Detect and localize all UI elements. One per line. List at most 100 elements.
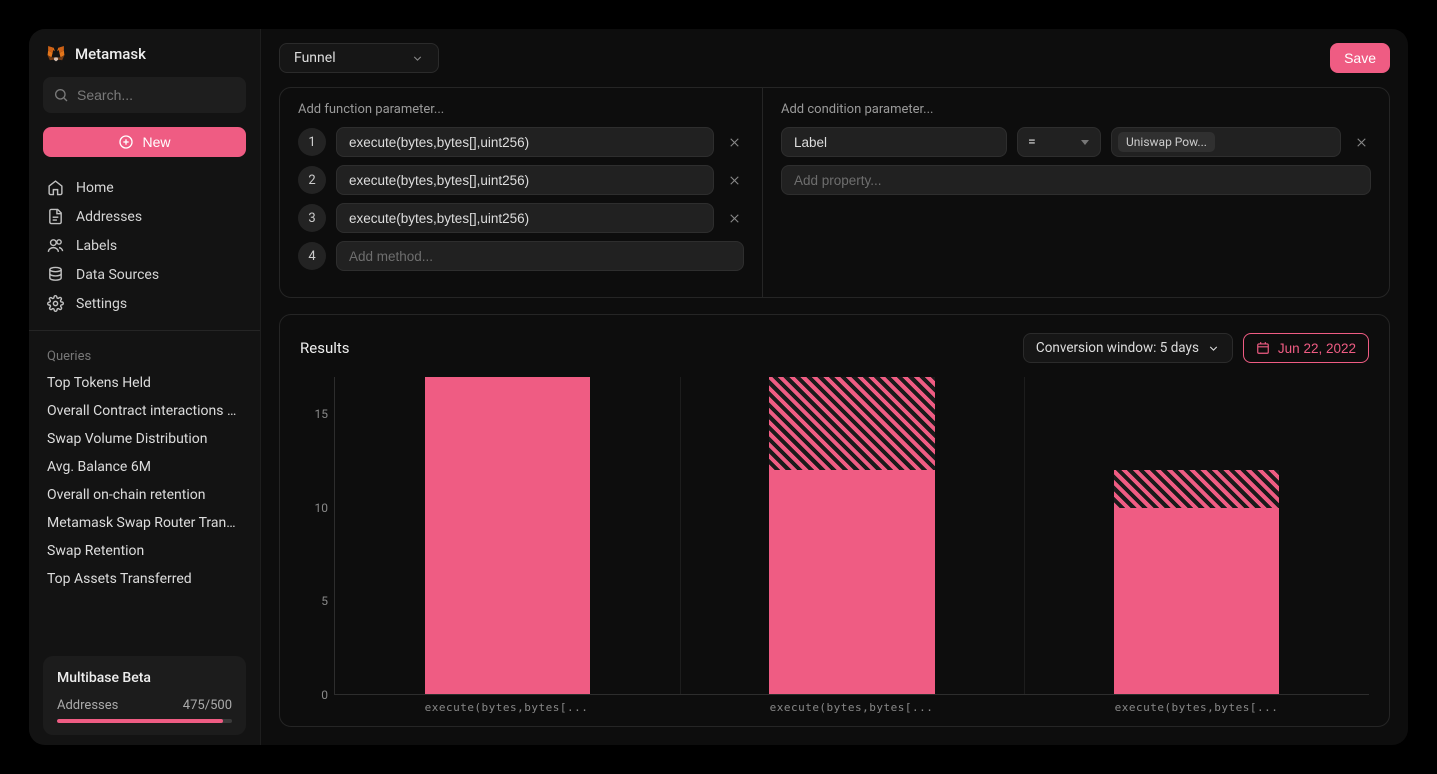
x-label: execute(bytes,bytes[... (679, 701, 1024, 714)
beta-card: Multibase Beta Addresses 475/500 (43, 656, 246, 735)
bar-slot (1024, 377, 1369, 694)
document-icon (47, 208, 64, 225)
query-item[interactable]: Top Assets Transferred (43, 566, 246, 592)
remove-method-button[interactable] (724, 132, 744, 152)
bar-stack (1114, 377, 1279, 694)
beta-addresses-row: Addresses 475/500 (57, 698, 232, 713)
search-input[interactable] (43, 77, 246, 113)
nav-label: Data Sources (76, 267, 159, 283)
bar-slot (680, 377, 1025, 694)
remove-method-button[interactable] (724, 170, 744, 190)
beta-title: Multibase Beta (57, 670, 232, 686)
query-type-value: Funnel (294, 50, 336, 66)
nav-label: Home (76, 180, 114, 196)
query-item[interactable]: Overall Contract interactions Le... (43, 398, 246, 424)
database-icon (47, 266, 64, 283)
date-value: Jun 22, 2022 (1278, 341, 1356, 356)
method-input[interactable] (336, 203, 714, 233)
save-button[interactable]: Save (1330, 43, 1390, 73)
condition-property-input[interactable] (781, 127, 1007, 157)
params-row: Add function parameter... 1 2 3 4 Add co… (279, 87, 1390, 298)
condition-params-col: Add condition parameter... = Uniswap Pow… (762, 88, 1389, 297)
close-icon (728, 212, 741, 225)
divider (29, 330, 260, 331)
funnel-chart: 051015 (300, 377, 1369, 695)
method-input[interactable] (336, 165, 714, 195)
method-row: 2 (298, 165, 744, 195)
close-icon (1355, 136, 1368, 149)
nav-addresses[interactable]: Addresses (43, 202, 246, 231)
home-icon (47, 179, 64, 196)
bar-converted (1114, 508, 1279, 694)
step-number: 1 (298, 128, 326, 156)
remove-method-button[interactable] (724, 208, 744, 228)
bar-slot (335, 377, 680, 694)
nav-list: Home Addresses Labels Data Sources Setti… (43, 173, 246, 318)
calendar-icon (1256, 341, 1270, 355)
date-button[interactable]: Jun 22, 2022 (1243, 333, 1369, 363)
conversion-window-value: Conversion window: 5 days (1036, 340, 1199, 356)
query-item[interactable]: Overall on-chain retention (43, 482, 246, 508)
query-item[interactable]: Top Tokens Held (43, 370, 246, 396)
x-label: execute(bytes,bytes[... (334, 701, 679, 714)
nav-settings[interactable]: Settings (43, 289, 246, 318)
main: Funnel Save Add function parameter... 1 … (261, 29, 1408, 745)
y-tick: 5 (321, 594, 328, 608)
condition-operator-select[interactable]: = (1017, 127, 1101, 157)
results-card: Results Conversion window: 5 days Jun 22… (279, 314, 1390, 727)
condition-value-tag: Uniswap Pow... (1118, 132, 1215, 152)
method-input[interactable] (336, 127, 714, 157)
close-icon (728, 174, 741, 187)
remove-condition-button[interactable] (1351, 132, 1371, 152)
method-row: 1 (298, 127, 744, 157)
nav-data-sources[interactable]: Data Sources (43, 260, 246, 289)
x-label: execute(bytes,bytes[... (1024, 701, 1369, 714)
bar-dropoff (1114, 470, 1279, 507)
add-property-row (781, 165, 1371, 195)
add-property-input[interactable] (781, 165, 1371, 195)
bar-converted (425, 377, 590, 694)
close-icon (728, 136, 741, 149)
query-type-select[interactable]: Funnel (279, 43, 439, 73)
step-number: 3 (298, 204, 326, 232)
new-button-label: New (142, 134, 170, 150)
chevron-down-icon (1207, 342, 1220, 355)
function-params-label: Add function parameter... (298, 102, 744, 117)
search-icon (53, 87, 69, 103)
results-header: Results Conversion window: 5 days Jun 22… (300, 333, 1369, 363)
nav-home[interactable]: Home (43, 173, 246, 202)
nav-labels[interactable]: Labels (43, 231, 246, 260)
beta-progress-fill (57, 719, 223, 723)
new-button[interactable]: New (43, 127, 246, 157)
y-axis: 051015 (300, 377, 334, 695)
x-axis-labels: execute(bytes,bytes[...execute(bytes,byt… (334, 695, 1369, 714)
topbar: Funnel Save (261, 29, 1408, 87)
condition-value-field[interactable]: Uniswap Pow... (1111, 127, 1341, 157)
nav-label: Addresses (76, 209, 142, 225)
gear-icon (47, 295, 64, 312)
query-item[interactable]: Swap Retention (43, 538, 246, 564)
chevron-down-icon (411, 52, 424, 65)
query-item[interactable]: Metamask Swap Router Transa... (43, 510, 246, 536)
condition-row: = Uniswap Pow... (781, 127, 1371, 157)
operator-value: = (1028, 134, 1036, 150)
add-method-input[interactable] (336, 241, 744, 271)
users-icon (47, 237, 64, 254)
function-params-col: Add function parameter... 1 2 3 4 (280, 88, 762, 297)
sidebar: Metamask New Home Addresses (29, 29, 261, 745)
method-row: 3 (298, 203, 744, 233)
query-item[interactable]: Avg. Balance 6M (43, 454, 246, 480)
beta-progress (57, 719, 232, 723)
bar-stack (769, 377, 934, 694)
y-tick: 15 (315, 407, 329, 421)
step-number: 2 (298, 166, 326, 194)
queries-section-label: Queries (43, 343, 246, 370)
y-tick: 0 (321, 688, 328, 702)
y-tick: 10 (315, 501, 329, 515)
add-method-row: 4 (298, 241, 744, 271)
nav-label: Settings (76, 296, 127, 312)
condition-params-label: Add condition parameter... (781, 102, 1371, 117)
conversion-window-select[interactable]: Conversion window: 5 days (1023, 333, 1233, 363)
app-window: Metamask New Home Addresses (29, 29, 1408, 745)
query-item[interactable]: Swap Volume Distribution (43, 426, 246, 452)
